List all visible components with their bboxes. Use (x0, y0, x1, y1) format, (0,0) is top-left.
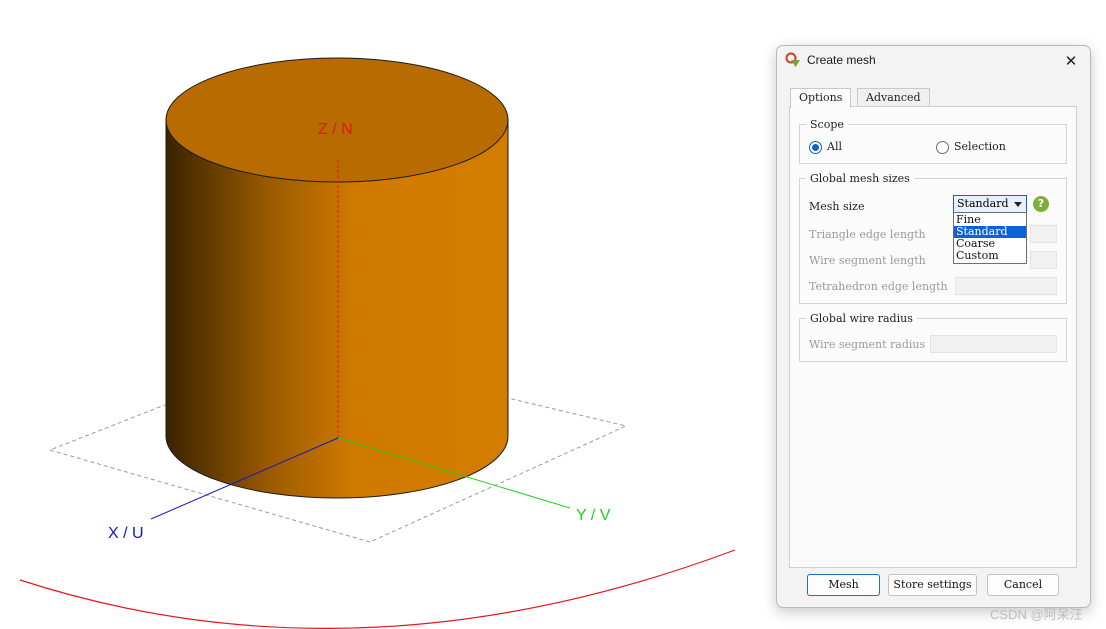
close-icon[interactable]: ✕ (1058, 49, 1084, 73)
global-mesh-sizes-legend: Global mesh sizes (806, 172, 914, 185)
cylinder-top (165, 57, 509, 183)
triangle-edge-length-field[interactable] (1030, 225, 1057, 243)
chevron-down-icon (1014, 202, 1022, 207)
tetrahedron-edge-length-label: Tetrahedron edge length (809, 280, 948, 293)
global-wire-radius-group: Global wire radius Wire segment radius (799, 312, 1067, 362)
mesh-size-select-value: Standard (957, 197, 1009, 210)
wire-segment-length-label: Wire segment length (809, 254, 926, 267)
red-arc (19, 549, 736, 629)
wire-segment-radius-field[interactable] (930, 335, 1057, 353)
mesh-size-select[interactable]: Standard (953, 195, 1027, 213)
app-icon (785, 52, 800, 67)
tab-options[interactable]: Options (790, 88, 852, 108)
store-settings-button[interactable]: Store settings (888, 574, 977, 596)
cancel-button[interactable]: Cancel (987, 574, 1059, 596)
mesh-button[interactable]: Mesh (807, 574, 880, 596)
create-mesh-dialog: Create mesh ✕ Options Advanced Scope All… (776, 45, 1091, 608)
options-panel: Scope All Selection Global mesh sizes Me… (789, 106, 1077, 568)
radio-all[interactable] (809, 141, 822, 154)
radio-selection[interactable] (936, 141, 949, 154)
scope-group: Scope All Selection (799, 118, 1067, 164)
help-icon[interactable]: ? (1033, 196, 1049, 212)
mesh-size-label: Mesh size (809, 200, 865, 213)
wire-segment-radius-label: Wire segment radius (809, 338, 926, 351)
watermark: CSDN @阿呆汪 (990, 607, 1083, 622)
radio-all-label[interactable]: All (827, 140, 842, 153)
tab-advanced[interactable]: Advanced (857, 88, 930, 107)
dialog-titlebar[interactable]: Create mesh ✕ (777, 46, 1090, 76)
mesh-size-dropdown-list: Fine Standard Coarse Custom (953, 212, 1027, 264)
dialog-title: Create mesh (807, 53, 876, 67)
wire-segment-length-field[interactable] (1030, 251, 1057, 269)
triangle-edge-length-label: Triangle edge length (809, 228, 926, 241)
x-axis-label: X / U (108, 525, 144, 542)
z-axis-label: Z / N (318, 121, 353, 138)
scope-legend: Scope (806, 118, 848, 131)
tetrahedron-edge-length-field[interactable] (955, 277, 1057, 295)
y-axis-label: Y / V (576, 507, 611, 524)
dropdown-option-custom[interactable]: Custom (954, 250, 1026, 262)
radio-selection-label[interactable]: Selection (954, 140, 1006, 153)
global-wire-radius-legend: Global wire radius (806, 312, 917, 325)
